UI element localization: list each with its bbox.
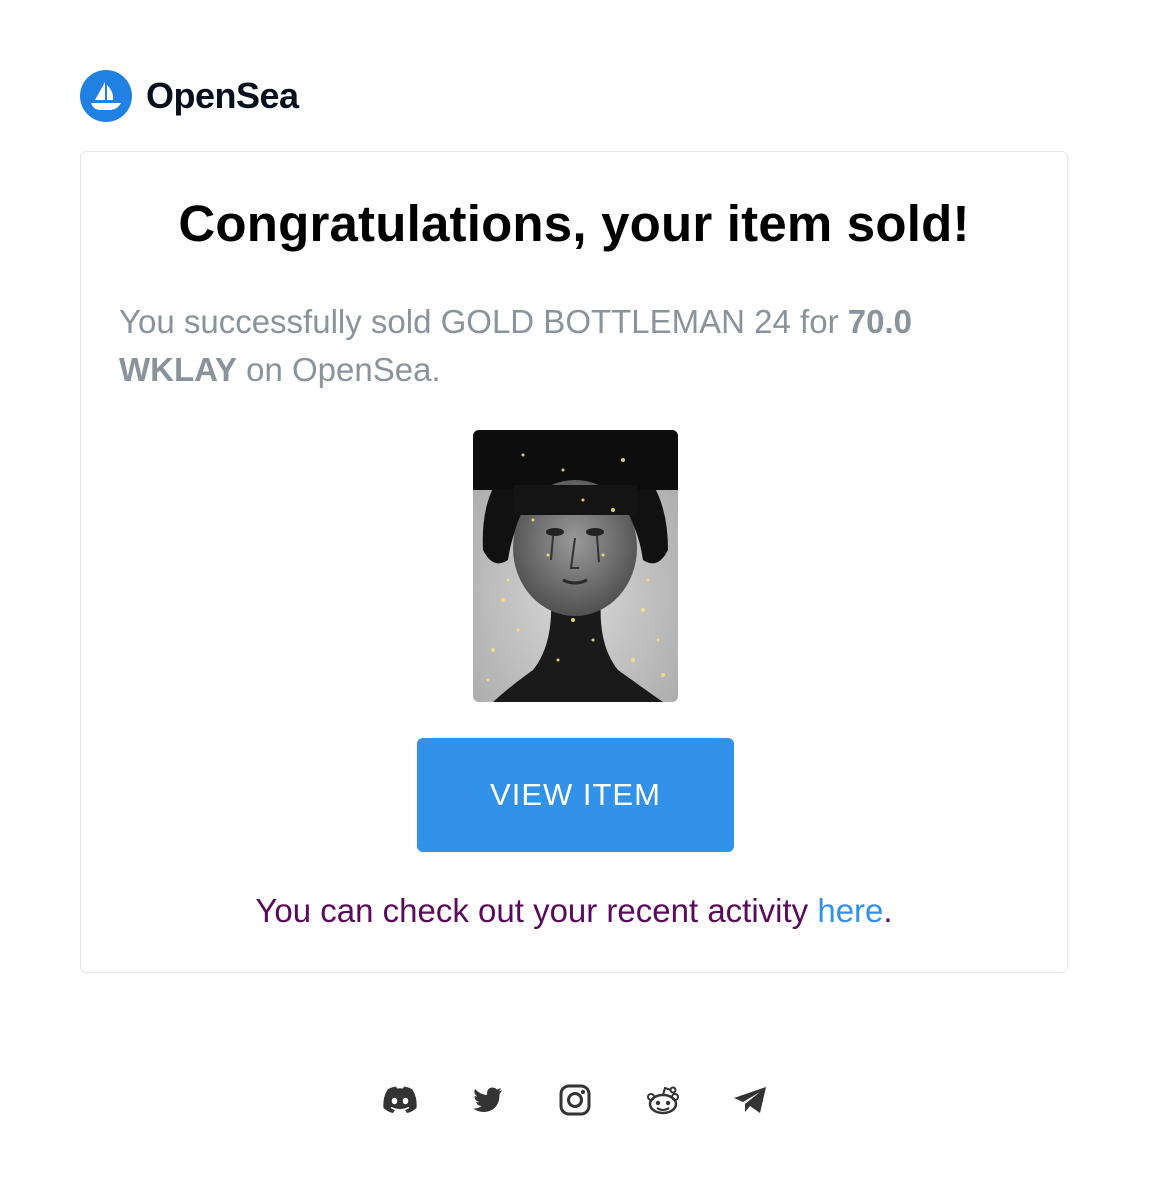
activity-text: You can check out your recent activity	[255, 892, 818, 929]
sailboat-icon	[80, 70, 132, 122]
message-suffix: on OpenSea.	[236, 351, 441, 388]
headline: Congratulations, your item sold!	[178, 195, 970, 252]
activity-link[interactable]: here	[817, 892, 883, 929]
view-item-button[interactable]: VIEW ITEM	[417, 738, 734, 852]
social-links	[380, 1080, 770, 1120]
telegram-icon[interactable]	[730, 1080, 770, 1120]
reddit-icon[interactable]	[643, 1080, 683, 1120]
instagram-icon[interactable]	[555, 1080, 595, 1120]
brand-header[interactable]: OpenSea	[80, 70, 299, 122]
nft-item-image[interactable]	[473, 430, 678, 702]
discord-icon[interactable]	[380, 1080, 420, 1120]
brand-name: OpenSea	[146, 75, 299, 116]
activity-end: .	[883, 892, 893, 929]
sale-message: You successfully sold GOLD BOTTLEMAN 24 …	[119, 298, 1019, 394]
activity-line: You can check out your recent activity h…	[81, 892, 1067, 930]
message-prefix: You successfully sold GOLD BOTTLEMAN 24 …	[119, 303, 848, 340]
notification-card: Congratulations, your item sold! You suc…	[80, 151, 1068, 973]
twitter-icon[interactable]	[468, 1080, 508, 1120]
